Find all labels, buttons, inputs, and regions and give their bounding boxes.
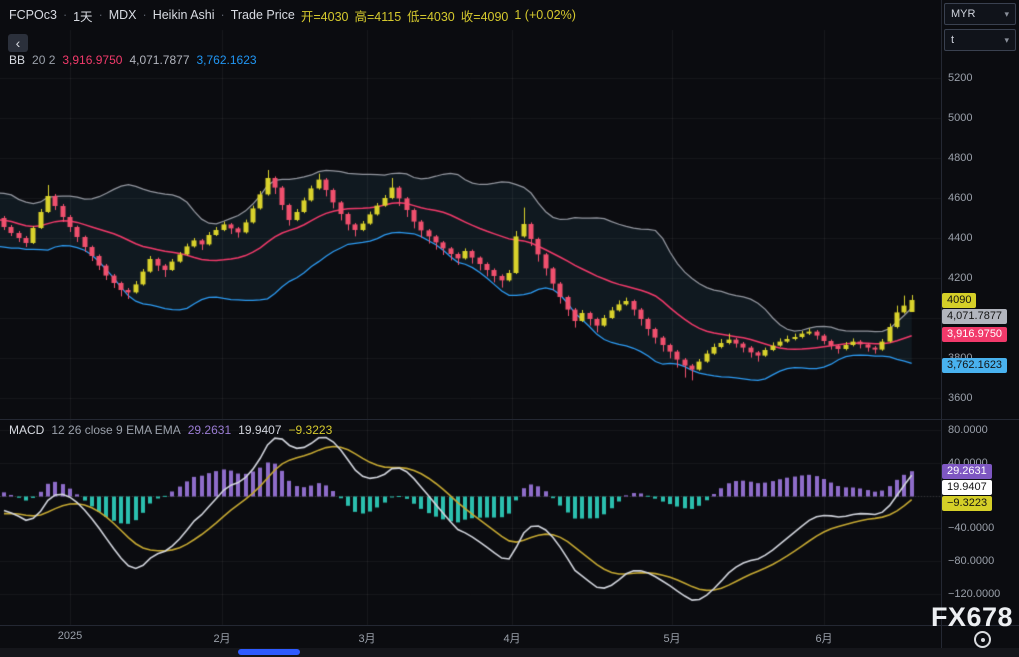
bb-params: 20 2 [32, 53, 55, 67]
time-axis-label: 6月 [801, 630, 847, 646]
price-tick-label: 5000 [948, 112, 972, 124]
macd-indicator-legend[interactable]: MACD 12 26 close 9 EMA EMA 29.2631 19.94… [9, 423, 332, 437]
macd-signal-value: −9.3223 [289, 423, 333, 437]
interval-value[interactable]: 1天 [73, 6, 92, 25]
macd-title: MACD [9, 423, 44, 437]
macd-tick-label: 80.0000 [948, 424, 988, 436]
separator: · [143, 8, 147, 22]
macd-tick-label: −40.0000 [948, 522, 994, 534]
currency-value: MYR [951, 8, 975, 20]
time-axis-label: 2月 [199, 630, 245, 646]
macd-axis[interactable]: 80.000040.0000−40.0000−80.0000−120.00002… [942, 420, 1019, 625]
time-axis-label: 2025 [47, 630, 93, 642]
bb-basis-value: 3,916.9750 [62, 53, 122, 67]
chart-canvas[interactable] [0, 0, 1019, 657]
price-axis-badge: 3,762.1623 [942, 358, 1007, 373]
price-tick-label: 5200 [948, 72, 972, 84]
exchange-name: MDX [109, 8, 137, 22]
price-axis-badge: 4090 [942, 293, 976, 308]
time-axis-label: 4月 [489, 630, 535, 646]
unit-value: t [951, 34, 954, 46]
back-button[interactable]: ‹ [8, 34, 28, 52]
time-axis-label: 5月 [649, 630, 695, 646]
currency-dropdown[interactable]: MYR ▾ [944, 3, 1016, 25]
macd-axis-badge: 29.2631 [942, 464, 992, 479]
watermark: FX678 [931, 602, 1013, 633]
chevron-down-icon: ▾ [1004, 9, 1009, 20]
bb-upper-value: 4,071.7877 [129, 53, 189, 67]
price-tick-label: 4600 [948, 192, 972, 204]
price-axis[interactable]: 5200500048004600440042003800360040904,07… [942, 30, 1019, 419]
bb-lower-value: 3,762.1623 [197, 53, 257, 67]
macd-params: 12 26 close 9 EMA EMA [51, 423, 180, 437]
separator: · [99, 8, 103, 22]
fx678-logo-icon [974, 631, 991, 648]
macd-axis-badge: −9.3223 [942, 496, 992, 511]
close-value: 收=4090 [461, 6, 509, 25]
open-value: 开=4030 [301, 6, 349, 25]
macd-tick-label: −80.0000 [948, 555, 994, 567]
chart-header: FCPOc3 · 1天 · MDX · Heikin Ashi · Trade … [0, 0, 941, 30]
macd-tick-label: −120.0000 [948, 588, 1000, 600]
low-value: 低=4030 [407, 6, 455, 25]
bb-title: BB [9, 53, 25, 67]
bb-indicator-legend[interactable]: BB 20 2 3,916.9750 4,071.7877 3,762.1623 [9, 53, 257, 67]
back-arrow-icon: ‹ [16, 36, 21, 50]
macd-hist-value: 29.2631 [188, 423, 231, 437]
chart-window: FCPOc3 · 1天 · MDX · Heikin Ashi · Trade … [0, 0, 1019, 657]
price-tick-label: 4400 [948, 232, 972, 244]
pane-separator [0, 419, 1019, 420]
price-tick-label: 3600 [948, 392, 972, 404]
price-tick-label: 4800 [948, 152, 972, 164]
price-axis-badge: 4,071.7877 [942, 309, 1007, 324]
macd-line-value: 19.9407 [238, 423, 281, 437]
horizontal-scrollbar[interactable] [0, 648, 1019, 657]
high-value: 高=4115 [354, 6, 401, 25]
separator: · [63, 8, 67, 22]
series-name: Trade Price [231, 8, 295, 22]
chart-style-name: Heikin Ashi [153, 8, 215, 22]
symbol-name[interactable]: FCPOc3 [9, 8, 57, 22]
price-axis-badge: 3,916.9750 [942, 327, 1007, 342]
macd-axis-badge: 19.9407 [942, 480, 992, 495]
scrollbar-thumb[interactable] [238, 649, 300, 655]
unit-dropdown[interactable]: t ▾ [944, 29, 1016, 51]
time-axis-label: 3月 [344, 630, 390, 646]
price-tick-label: 4200 [948, 272, 972, 284]
time-axis[interactable]: 2025 2月 3月 4月 5月 6月 [0, 626, 1019, 648]
change-value: 1 (+0.02%) [514, 8, 576, 22]
separator: · [221, 8, 225, 22]
chevron-down-icon: ▾ [1004, 35, 1009, 46]
